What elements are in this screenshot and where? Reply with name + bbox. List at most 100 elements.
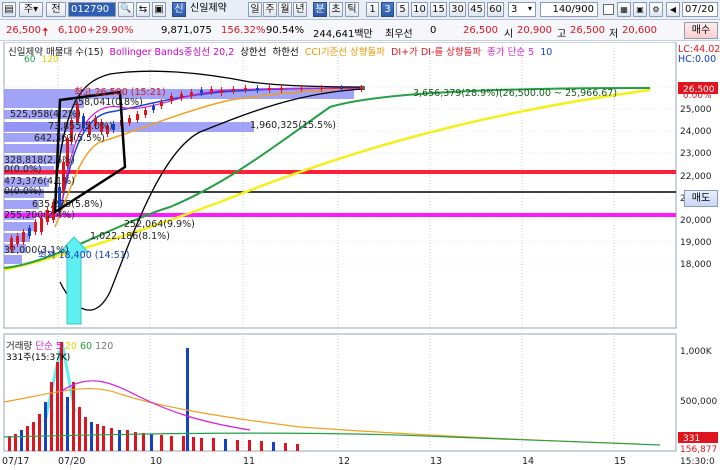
- current-price: 26,500: [6, 25, 41, 36]
- mode-year[interactable]: 년: [293, 2, 307, 17]
- open-value: 20,900: [517, 25, 552, 36]
- buy-button[interactable]: 매수: [684, 22, 718, 39]
- chevron-down-icon: ▾: [33, 4, 39, 15]
- grid-icon[interactable]: ▦: [617, 2, 631, 17]
- period-select[interactable]: 전: [46, 2, 66, 17]
- profile-label: 252,064(9.9%): [124, 219, 195, 230]
- price-change: 6,100: [58, 25, 87, 36]
- mode-tick[interactable]: 틱: [345, 2, 359, 17]
- candle-body: [190, 92, 193, 96]
- interval-1[interactable]: 1: [366, 2, 379, 17]
- volume-bar: [182, 436, 185, 451]
- candle-body: [128, 118, 131, 123]
- prev-icon[interactable]: ◀: [666, 2, 680, 17]
- price-panel-frame: [3, 42, 677, 329]
- market-select[interactable]: 주▾: [19, 2, 43, 17]
- volume-profile-bar: [4, 255, 22, 264]
- volume-bottom-tag: 156,877: [680, 445, 717, 455]
- settings-icon[interactable]: ⚙: [649, 2, 663, 17]
- stock-code-input[interactable]: 012790: [68, 2, 116, 17]
- compare-icon[interactable]: ⇆: [136, 2, 150, 17]
- candle-body: [160, 102, 163, 106]
- search-icon[interactable]: 🔍: [118, 2, 134, 17]
- y-tick-label: 23,000: [680, 149, 712, 159]
- low-label: 저: [609, 29, 619, 40]
- profile-label: 0(0.0%): [4, 186, 42, 197]
- info-icon[interactable]: ▣: [152, 2, 166, 17]
- volume-bar: [78, 407, 81, 451]
- interval-5[interactable]: 5: [396, 2, 409, 17]
- candle-body: [340, 88, 343, 89]
- open-label: 시: [504, 29, 514, 40]
- interval-10[interactable]: 10: [411, 2, 428, 17]
- profile-label: 73,855(5.0%): [48, 121, 113, 132]
- volume-bar: [200, 438, 203, 451]
- interval-15[interactable]: 15: [430, 2, 447, 17]
- interval-60[interactable]: 60: [487, 2, 504, 17]
- mode-minute[interactable]: 분: [313, 2, 327, 17]
- legend-v60: 60: [79, 341, 93, 352]
- volume-bar: [150, 434, 153, 451]
- volume-bar: [110, 428, 113, 451]
- candle-body: [180, 94, 183, 98]
- x-axis-label: 07/20: [58, 456, 85, 467]
- x-axis-label: 11: [243, 456, 255, 467]
- interval-3[interactable]: 3: [381, 2, 394, 17]
- profile-label: 358,041(0.8%): [72, 97, 143, 108]
- volume-bar: [90, 422, 93, 451]
- chart-svg[interactable]: 358,041(0.8%)525,958(4.2%)73,855(5.0%)64…: [0, 42, 720, 470]
- candle-body: [170, 96, 173, 101]
- menu-icon[interactable]: ▤: [2, 2, 16, 17]
- low-marker: 최저 18,400 (14:51): [38, 250, 130, 261]
- legend-bb-lower: 하한선: [272, 47, 299, 58]
- candle-body: [220, 90, 223, 93]
- nav-date[interactable]: 07/20: [682, 2, 718, 17]
- mode-second[interactable]: 초: [329, 2, 343, 17]
- volume-profile-bar: [4, 144, 74, 153]
- candle-body: [152, 106, 155, 110]
- x-axis-label: 14: [522, 456, 534, 467]
- volume-bar: [296, 444, 299, 451]
- legend-di: DI+가 DI-를 상향돌파: [391, 47, 482, 58]
- chevron-down-icon[interactable]: ▾: [528, 4, 532, 13]
- candle-body: [280, 88, 283, 90]
- interval-45[interactable]: 45: [468, 2, 485, 17]
- mode-month[interactable]: 월: [278, 2, 292, 17]
- candle-body: [268, 88, 271, 90]
- trade-amount: 244,641백만: [313, 29, 373, 40]
- candle-body: [16, 236, 19, 244]
- volume-bar: [44, 402, 47, 451]
- checkbox-icon[interactable]: [603, 4, 614, 15]
- volume-bar: [142, 433, 145, 451]
- candle-body: [360, 88, 363, 89]
- turnover-rate: 90.54%: [266, 25, 305, 36]
- y-tick-label: 20,000: [680, 216, 712, 226]
- mode-day[interactable]: 일: [248, 2, 262, 17]
- volume-bar: [56, 362, 59, 451]
- volume-rate: 156.32%: [221, 25, 266, 36]
- volume-bar: [170, 436, 173, 451]
- interval-30[interactable]: 30: [449, 2, 466, 17]
- change-rate: +29.90%: [87, 25, 134, 36]
- sell-button[interactable]: 매도: [684, 190, 718, 207]
- credit-badge[interactable]: 신: [172, 2, 186, 17]
- quote-bar: 26,500 🠅 6,100 +29.90% 9,871,075 156.32%…: [0, 20, 720, 41]
- volume-bar: [212, 438, 215, 451]
- legend-v120: 120: [95, 341, 114, 352]
- candle-body: [256, 88, 259, 90]
- volume-bar: [72, 382, 75, 451]
- candle-body: [200, 90, 203, 93]
- y-tick-label: 22,000: [680, 172, 712, 182]
- save-icon[interactable]: ▣: [633, 2, 647, 17]
- top-rate: 0.00%: [683, 91, 712, 101]
- market-label: 주: [23, 4, 34, 15]
- candle-body: [300, 88, 303, 89]
- mode-week[interactable]: 주: [263, 2, 277, 17]
- x-axis-label: 12: [338, 456, 350, 467]
- candle-body: [34, 222, 37, 232]
- volume-bar: [260, 441, 263, 451]
- volume-bar: [284, 443, 287, 451]
- volume-bar: [84, 417, 87, 451]
- volume-tick-label: 1,000K: [680, 347, 713, 357]
- price-legend-2: 60 120: [24, 55, 65, 65]
